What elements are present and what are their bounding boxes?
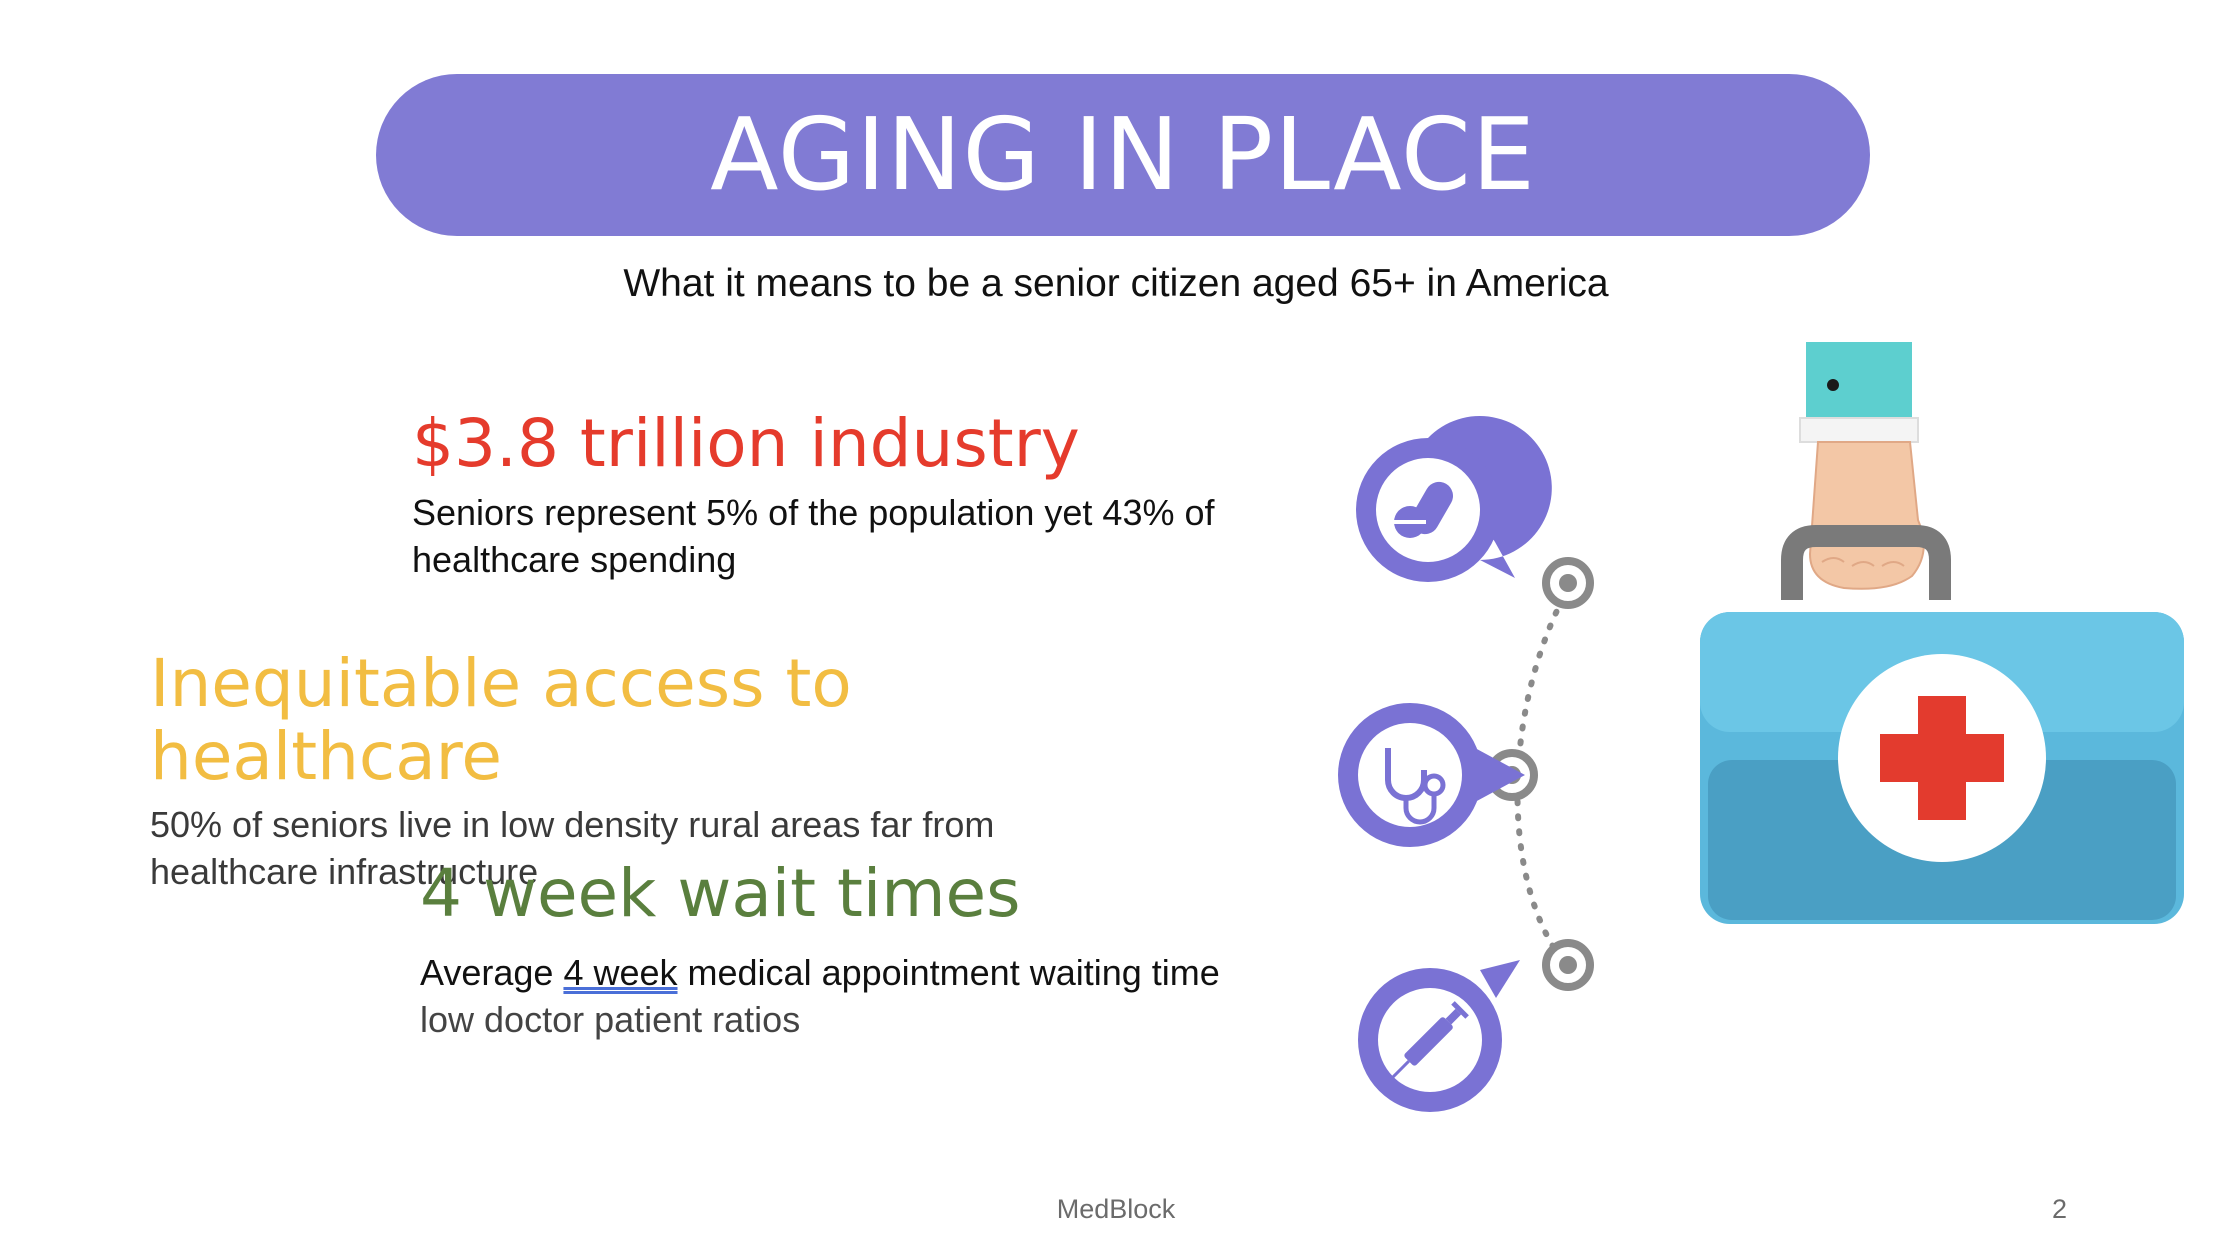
- syringe-icon: [1358, 960, 1520, 1112]
- point-industry-heading: $3.8 trillion industry: [412, 405, 1080, 482]
- point-industry-body: Seniors represent 5% of the population y…: [412, 491, 1215, 580]
- medical-illustration: [1270, 330, 2200, 1170]
- hand-icon: [1799, 342, 1925, 590]
- medical-bag-icon: [1700, 612, 2184, 924]
- page-number: 2: [2052, 1194, 2068, 1224]
- title-banner: AGING IN PLACE: [376, 74, 1870, 236]
- stethoscope-icon: [1338, 703, 1525, 847]
- wait-body-suffix: low doctor patient ratios: [420, 998, 801, 1040]
- connector-dot-bottom: [1542, 939, 1594, 991]
- wait-body-middle: medical appointment waiting time: [677, 951, 1220, 993]
- point-wait-body: Average 4 week medical appointment waiti…: [420, 949, 1240, 1043]
- pills-icon: [1356, 416, 1552, 582]
- point-wait-times: 4 week wait times Average 4 week medical…: [420, 855, 1240, 1043]
- wait-body-prefix: Average: [420, 951, 564, 993]
- footer-brand: MedBlock: [1056, 1194, 1176, 1224]
- connector-dot-top: [1542, 557, 1594, 609]
- slide-title: AGING IN PLACE: [710, 96, 1536, 213]
- point-industry: $3.8 trillion industry Seniors represent…: [412, 405, 1232, 583]
- point-access-heading: Inequitable access to healthcare: [150, 645, 852, 795]
- slide: AGING IN PLACE What it means to be a sen…: [0, 0, 2232, 1254]
- slide-subtitle: What it means to be a senior citizen age…: [623, 262, 1609, 305]
- wait-body-underlined: 4 week: [563, 951, 678, 993]
- point-wait-heading: 4 week wait times: [420, 855, 1021, 932]
